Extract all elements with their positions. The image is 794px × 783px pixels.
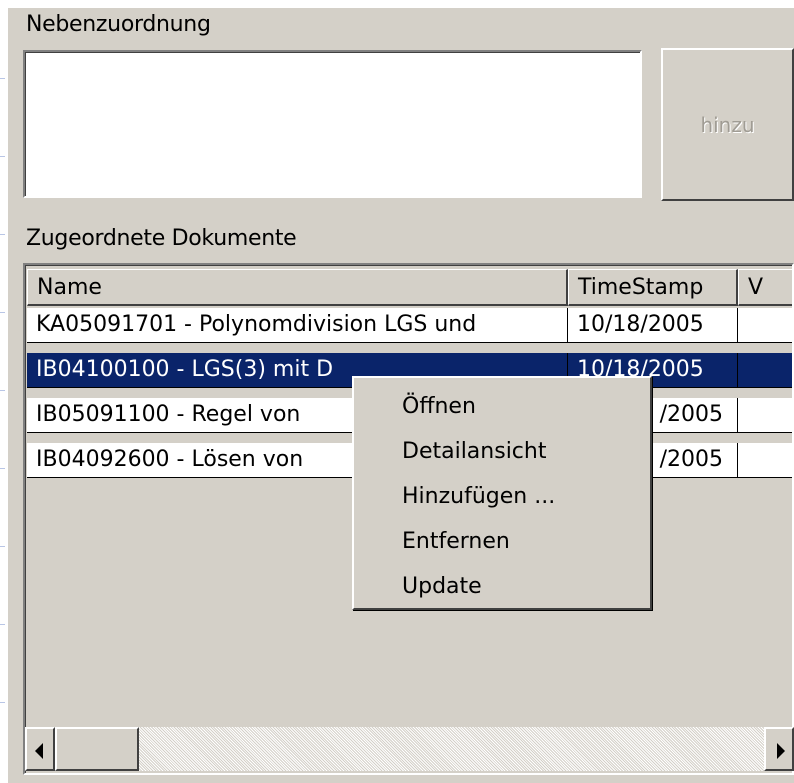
menu-item-oeffnen[interactable]: Öffnen [354, 384, 650, 429]
context-menu: Öffnen Detailansicht Hinzufügen ... Entf… [352, 376, 652, 610]
cell-timestamp: 10/18/2005 [568, 308, 738, 343]
column-header-timestamp[interactable]: TimeStamp [568, 269, 738, 306]
arrow-left-icon [35, 743, 43, 759]
menu-item-entfernen[interactable]: Entfernen [354, 519, 650, 564]
menu-item-update[interactable]: Update [354, 564, 650, 609]
menu-item-detailansicht[interactable]: Detailansicht [354, 429, 650, 474]
documents-label: Zugeordnete Dokumente [26, 226, 297, 251]
cell-v [738, 398, 792, 433]
nebenzuordnung-input[interactable] [23, 50, 642, 198]
scroll-left-button[interactable] [25, 727, 55, 771]
column-header-v[interactable]: V [738, 269, 792, 306]
page-edge-top [0, 0, 794, 8]
arrow-right-icon [777, 743, 785, 759]
horizontal-scrollbar[interactable] [25, 727, 794, 771]
cell-v [738, 443, 792, 478]
column-header-name[interactable]: Name [27, 269, 568, 306]
scrollbar-thumb[interactable] [55, 727, 139, 771]
nebenzuordnung-label: Nebenzuordnung [26, 12, 211, 37]
table-row[interactable]: KA05091701 - Polynomdivision LGS und 10/… [27, 308, 792, 343]
cell-v [738, 308, 792, 343]
cell-name: KA05091701 - Polynomdivision LGS und [27, 308, 568, 343]
add-button[interactable]: hinzu [661, 48, 794, 201]
cell-v [738, 353, 792, 388]
scroll-right-button[interactable] [764, 727, 794, 771]
menu-item-hinzufuegen[interactable]: Hinzufügen ... [354, 474, 650, 519]
page-edge-left [0, 0, 8, 783]
